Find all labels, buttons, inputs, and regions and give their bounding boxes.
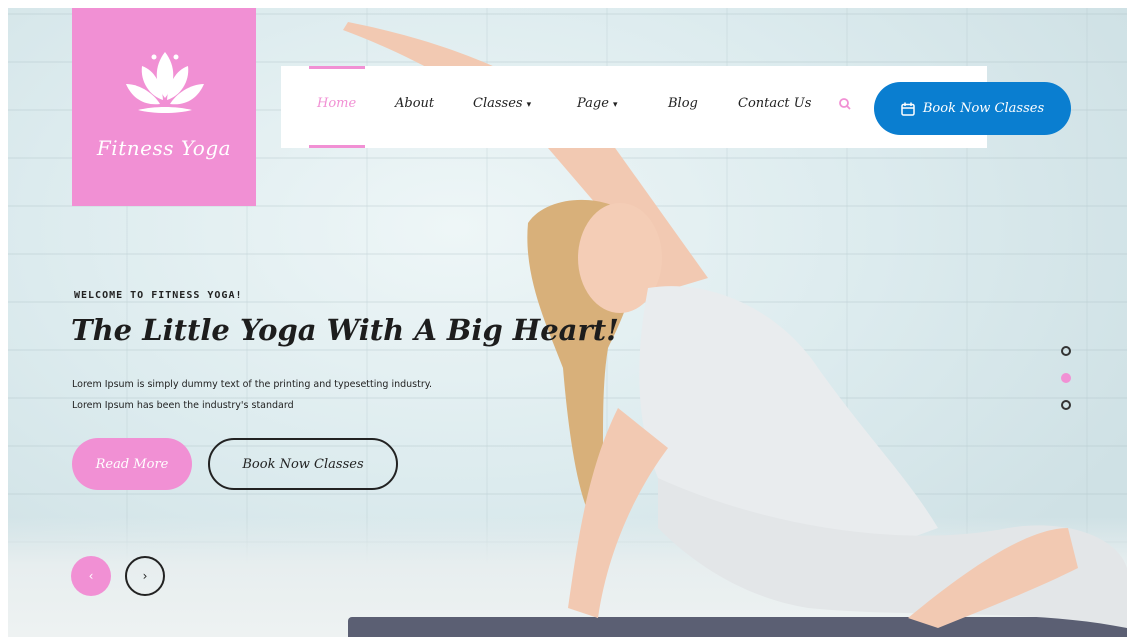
nav-item-classes-label: Classes <box>473 96 523 111</box>
hero-description-line-1: Lorem Ipsum is simply dummy text of the … <box>72 379 433 390</box>
nav-item-home[interactable]: Home <box>317 96 356 111</box>
nav-item-blog[interactable]: Blog <box>668 96 698 111</box>
slider-dot-2[interactable] <box>1061 373 1071 383</box>
nav-item-page[interactable]: Page ▾ <box>577 96 617 111</box>
chevron-down-icon: ▾ <box>612 100 618 110</box>
book-classes-button[interactable]: Book Now Classes <box>208 438 398 490</box>
calendar-icon <box>901 102 915 116</box>
hero-headline: The Little Yoga With A Big Heart! <box>71 313 619 347</box>
search-icon[interactable] <box>837 96 853 112</box>
hero-eyebrow: WELCOME TO FITNESS YOGA! <box>74 290 243 301</box>
slider-dots <box>1061 346 1073 427</box>
book-now-button[interactable]: Book Now Classes <box>874 82 1071 135</box>
chevron-down-icon: ▾ <box>526 100 532 110</box>
read-more-button[interactable]: Read More <box>72 438 192 490</box>
nav-active-indicator-top <box>309 66 365 69</box>
hero-slider: Fitness Yoga Home About Classes ▾ Page ▾ B… <box>8 8 1127 637</box>
prev-arrow-button[interactable]: ‹ <box>71 556 111 596</box>
slider-dot-1[interactable] <box>1061 346 1071 356</box>
book-now-label: Book Now Classes <box>922 101 1045 116</box>
brand-name: Fitness Yoga <box>96 136 232 160</box>
nav-item-page-label: Page <box>577 96 609 111</box>
lotus-icon <box>126 52 204 113</box>
slider-dot-3[interactable] <box>1061 400 1071 410</box>
nav-active-indicator-bottom <box>309 145 365 148</box>
hero-description-line-2: Lorem Ipsum has been the industry's stan… <box>72 400 294 411</box>
site-logo[interactable]: Fitness Yoga <box>72 8 256 206</box>
nav-item-classes[interactable]: Classes ▾ <box>473 96 531 111</box>
hero-description: Lorem Ipsum is simply dummy text of the … <box>72 374 552 416</box>
next-arrow-button[interactable]: › <box>125 556 165 596</box>
nav-item-contact[interactable]: Contact Us <box>738 96 811 111</box>
nav-item-about[interactable]: About <box>395 96 434 111</box>
